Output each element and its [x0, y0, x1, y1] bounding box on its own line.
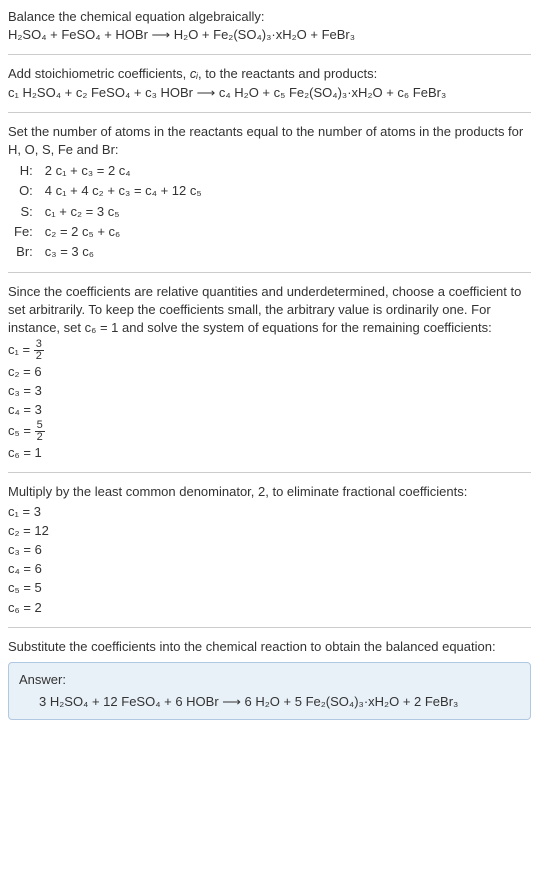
atoms-table: H: 2 c₁ + c₃ = 2 c₄ O: 4 c₁ + 4 c₂ + c₃ … [8, 161, 208, 262]
atom-equation: 4 c₁ + 4 c₂ + c₃ = c₄ + 12 c₅ [39, 181, 208, 201]
coef-c2: c₂ = 6 [8, 363, 531, 381]
coef-c6: c₆ = 1 [8, 444, 531, 462]
underdet-section: Since the coefficients are relative quan… [8, 283, 531, 462]
stoich-text-a: Add stoichiometric coefficients, [8, 66, 190, 81]
coef-c5: c₅ = 5 [8, 579, 531, 597]
atom-equation: c₂ = 2 c₅ + c₆ [39, 222, 208, 242]
stoich-section: Add stoichiometric coefficients, cᵢ, to … [8, 65, 531, 101]
divider [8, 112, 531, 113]
divider [8, 54, 531, 55]
coef-c2: c₂ = 12 [8, 522, 531, 540]
atom-label: S: [8, 202, 39, 222]
coef-c1: c₁ = 32 [8, 339, 531, 362]
stoich-equation: c₁ H₂SO₄ + c₂ FeSO₄ + c₃ HOBr ⟶ c₄ H₂O +… [8, 84, 531, 102]
coef-c3: c₃ = 3 [8, 382, 531, 400]
underdet-text: Since the coefficients are relative quan… [8, 283, 531, 338]
atom-row-h: H: 2 c₁ + c₃ = 2 c₄ [8, 161, 208, 181]
atom-equation: c₁ + c₂ = 3 c₅ [39, 202, 208, 222]
coef-label: c₅ = [8, 423, 35, 438]
coef-c3: c₃ = 6 [8, 541, 531, 559]
stoich-text: Add stoichiometric coefficients, cᵢ, to … [8, 65, 531, 83]
answer-label: Answer: [19, 671, 520, 689]
multiply-text: Multiply by the least common denominator… [8, 483, 531, 501]
atom-label: Fe: [8, 222, 39, 242]
intro-text: Balance the chemical equation algebraica… [8, 8, 531, 26]
coef-c4: c₄ = 6 [8, 560, 531, 578]
atom-label: H: [8, 161, 39, 181]
coef-label: c₁ = [8, 342, 34, 357]
atoms-section: Set the number of atoms in the reactants… [8, 123, 531, 262]
coef-c4: c₄ = 3 [8, 401, 531, 419]
atom-row-o: O: 4 c₁ + 4 c₂ + c₃ = c₄ + 12 c₅ [8, 181, 208, 201]
divider [8, 627, 531, 628]
multiply-section: Multiply by the least common denominator… [8, 483, 531, 616]
atom-label: O: [8, 181, 39, 201]
coef-c5: c₅ = 52 [8, 420, 531, 443]
intro-section: Balance the chemical equation algebraica… [8, 8, 531, 44]
answer-equation: 3 H₂SO₄ + 12 FeSO₄ + 6 HOBr ⟶ 6 H₂O + 5 … [19, 693, 520, 711]
atom-equation: c₃ = 3 c₆ [39, 242, 208, 262]
fraction: 32 [34, 339, 44, 362]
intro-equation: H₂SO₄ + FeSO₄ + HOBr ⟶ H₂O + Fe₂(SO₄)₃·x… [8, 26, 531, 44]
frac-den: 2 [34, 351, 44, 362]
atom-label: Br: [8, 242, 39, 262]
atom-row-s: S: c₁ + c₂ = 3 c₅ [8, 202, 208, 222]
atom-equation: 2 c₁ + c₃ = 2 c₄ [39, 161, 208, 181]
stoich-text-b: , to the reactants and products: [198, 66, 377, 81]
fraction: 52 [35, 420, 45, 443]
coef-c1: c₁ = 3 [8, 503, 531, 521]
atoms-intro: Set the number of atoms in the reactants… [8, 123, 531, 159]
atom-row-br: Br: c₃ = 3 c₆ [8, 242, 208, 262]
frac-num: 3 [34, 339, 44, 351]
divider [8, 472, 531, 473]
atom-row-fe: Fe: c₂ = 2 c₅ + c₆ [8, 222, 208, 242]
answer-box: Answer: 3 H₂SO₄ + 12 FeSO₄ + 6 HOBr ⟶ 6 … [8, 662, 531, 720]
divider [8, 272, 531, 273]
frac-den: 2 [35, 432, 45, 443]
substitute-section: Substitute the coefficients into the che… [8, 638, 531, 721]
stoich-ci: cᵢ [190, 66, 198, 81]
substitute-text: Substitute the coefficients into the che… [8, 638, 531, 656]
coef-c6: c₆ = 2 [8, 599, 531, 617]
